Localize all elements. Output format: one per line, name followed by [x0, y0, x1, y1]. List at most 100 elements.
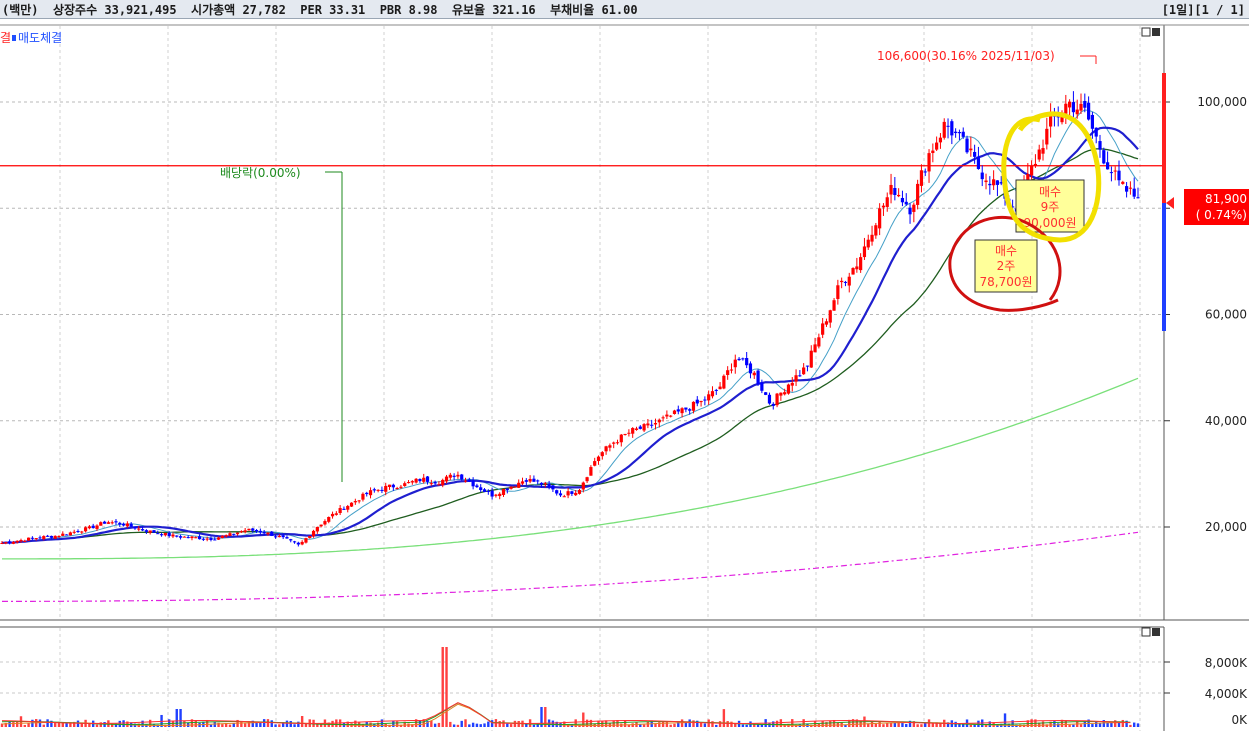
- candle-body: [437, 484, 441, 486]
- volume-bar: [437, 722, 441, 727]
- candle-body: [779, 392, 783, 396]
- candle-body: [224, 535, 228, 537]
- volume-bar: [27, 723, 30, 727]
- volume-bar: [722, 709, 726, 727]
- candle-body: [1121, 181, 1125, 184]
- candle-body: [391, 484, 395, 488]
- candle-body: [91, 525, 95, 529]
- buy-marker-1[interactable]: 매수 2주 78,700원: [974, 239, 1038, 293]
- candle-body: [456, 474, 460, 477]
- candle-body: [448, 474, 452, 478]
- candle-body: [714, 389, 718, 391]
- candle-body: [927, 153, 931, 172]
- candle-body: [247, 528, 251, 531]
- volume-bar: [369, 722, 372, 727]
- candle-body: [817, 337, 821, 347]
- candle-body: [87, 526, 91, 529]
- volume-panel-close-button[interactable]: [1152, 628, 1160, 636]
- volume-bar: [278, 724, 281, 727]
- volume-bar: [821, 720, 824, 727]
- volume-bar: [285, 720, 289, 727]
- volume-bar: [209, 724, 213, 727]
- candle-body: [870, 234, 874, 242]
- price-panel-close-button[interactable]: [1152, 28, 1160, 36]
- stock-chart: 배당락(0.00%) 106,600(30.16% 2025/11/03) 매수…: [0, 24, 1249, 731]
- volume-bar: [475, 723, 479, 727]
- candle-body: [710, 391, 715, 397]
- candle-body: [593, 461, 597, 466]
- volume-bar: [456, 724, 460, 727]
- volume-bar: [8, 721, 11, 727]
- buy-marker-2-price: 90,000원: [1023, 216, 1076, 230]
- buy-marker-2-qty: 9주: [1041, 200, 1060, 214]
- volume-bar: [1121, 719, 1125, 727]
- candle-body: [368, 490, 373, 496]
- candle-body: [72, 531, 76, 533]
- volume-bar: [658, 722, 661, 727]
- volume-bar: [65, 723, 68, 727]
- candle-body: [1136, 197, 1140, 199]
- candle-body: [425, 476, 430, 482]
- candle-body: [684, 407, 688, 410]
- volume-panel-minimize-button[interactable]: [1141, 627, 1151, 637]
- volume-bar: [376, 722, 380, 727]
- volume-bar: [38, 719, 42, 727]
- candle-body: [262, 531, 266, 534]
- volume-bar: [179, 709, 182, 727]
- volume-bar: [23, 724, 26, 727]
- candle-body: [334, 513, 338, 515]
- candle-body: [300, 541, 304, 545]
- candle-body: [64, 534, 69, 536]
- candle-body: [414, 478, 418, 483]
- candle-body: [460, 474, 464, 480]
- buy-marker-1-qty: 2주: [997, 259, 1016, 273]
- volume-bar: [1110, 722, 1113, 727]
- candle-body: [520, 481, 525, 484]
- candle-body: [862, 246, 867, 258]
- candle-body: [319, 524, 323, 527]
- candle-body: [125, 523, 129, 527]
- candle-body: [361, 493, 365, 500]
- candle-body: [387, 484, 392, 487]
- candle-body: [923, 171, 927, 173]
- candle-body: [482, 489, 487, 492]
- candle-body: [258, 530, 262, 533]
- price-panel-minimize-button[interactable]: [1141, 27, 1151, 37]
- volume-bar: [954, 721, 957, 727]
- volume-bar: [1068, 724, 1071, 727]
- candle-body: [786, 384, 791, 394]
- volume-bar: [61, 722, 64, 727]
- volume-bar: [973, 724, 976, 727]
- candle: [349, 502, 354, 508]
- candle-body: [114, 521, 118, 523]
- volume-bar: [418, 720, 422, 727]
- volume-bar: [536, 724, 539, 727]
- candle-body: [1125, 186, 1129, 192]
- candle-body: [897, 194, 901, 197]
- candle-body: [954, 131, 958, 134]
- candle-body: [695, 399, 699, 404]
- volume-bar: [642, 724, 646, 727]
- candle-body: [691, 401, 696, 411]
- volume-bar: [433, 723, 437, 727]
- candle-body: [34, 538, 38, 540]
- volume-bar: [53, 723, 57, 727]
- candle-body: [543, 483, 547, 485]
- volume-bar: [703, 723, 707, 727]
- candle-body: [365, 492, 369, 495]
- dividend-label: 배당락(0.00%): [220, 166, 301, 180]
- volume-bar: [293, 724, 296, 727]
- candle-body: [638, 426, 642, 429]
- candle-body: [1079, 103, 1083, 111]
- volume-bar: [882, 724, 885, 727]
- candle-body: [752, 372, 756, 376]
- volume-bar: [905, 724, 908, 727]
- candle-body: [1087, 102, 1091, 120]
- candle-body: [577, 490, 582, 494]
- candle-body: [209, 538, 213, 540]
- price-tick-label: 40,000: [1205, 414, 1247, 428]
- candle-body: [129, 523, 133, 527]
- candle-body: [429, 483, 433, 485]
- volume-bar: [939, 723, 942, 727]
- candle-body: [1064, 103, 1068, 114]
